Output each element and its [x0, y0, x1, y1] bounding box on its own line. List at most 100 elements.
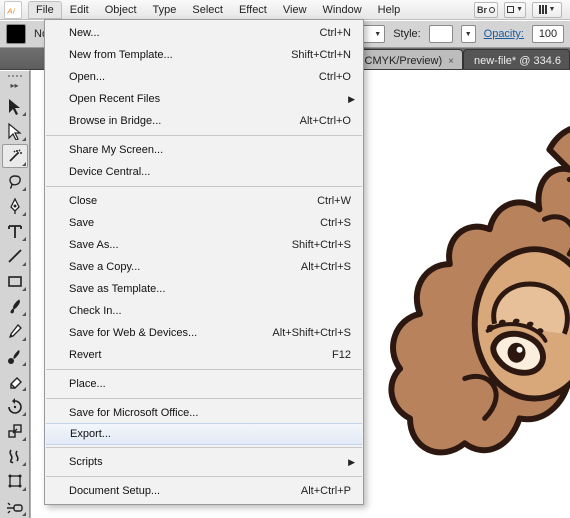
- menu-item[interactable]: Save for Web & Devices...Alt+Shift+Ctrl+…: [45, 322, 363, 344]
- line-tool[interactable]: [2, 244, 28, 268]
- document-tab-2[interactable]: new-file* @ 334.6: [463, 49, 570, 69]
- menu-item[interactable]: Share My Screen...: [45, 139, 363, 161]
- tool-flyout-icon: [22, 112, 26, 116]
- menu-item-label: Save for Web & Devices...: [69, 327, 272, 339]
- menu-item-shortcut: Alt+Shift+Ctrl+S: [272, 327, 351, 339]
- type-tool[interactable]: [2, 219, 28, 243]
- tool-flyout-icon: [22, 212, 26, 216]
- menu-item-shortcut: Shift+Ctrl+S: [292, 239, 351, 251]
- tool-flyout-icon: [22, 187, 26, 191]
- menu-type[interactable]: Type: [145, 1, 185, 19]
- tool-flyout-icon: [22, 237, 26, 241]
- menu-item-label: Save as Template...: [69, 283, 351, 295]
- blob-brush-tool[interactable]: [2, 344, 28, 368]
- tool-flyout-icon: [22, 262, 26, 266]
- menu-object[interactable]: Object: [97, 1, 145, 19]
- opacity-label[interactable]: Opacity:: [484, 28, 524, 40]
- menu-item[interactable]: Save as Template...: [45, 278, 363, 300]
- svg-text:A: A: [6, 6, 12, 15]
- menu-item[interactable]: SaveCtrl+S: [45, 212, 363, 234]
- tool-flyout-icon: [22, 287, 26, 291]
- menu-item-label: Export...: [70, 428, 350, 440]
- menu-item[interactable]: Save As...Shift+Ctrl+S: [45, 234, 363, 256]
- menu-item[interactable]: Save for Microsoft Office...: [45, 402, 363, 424]
- style-swatch[interactable]: [429, 25, 453, 43]
- menu-help[interactable]: Help: [370, 1, 409, 19]
- menu-item-label: Open Recent Files: [69, 93, 351, 105]
- menu-item-label: Close: [69, 195, 317, 207]
- tool-flyout-icon: [22, 462, 26, 466]
- pen-tool[interactable]: [2, 194, 28, 218]
- menu-item[interactable]: RevertF12: [45, 344, 363, 366]
- menu-item[interactable]: New...Ctrl+N: [45, 22, 363, 44]
- menu-separator: [46, 369, 362, 370]
- app-logo[interactable]: Ai: [4, 1, 22, 19]
- menu-item[interactable]: Browse in Bridge...Alt+Ctrl+O: [45, 110, 363, 132]
- style-dropdown[interactable]: ▼: [461, 25, 476, 43]
- menu-item-label: New...: [69, 27, 320, 39]
- menu-item[interactable]: Device Central...: [45, 161, 363, 183]
- menu-item[interactable]: Save a Copy...Alt+Ctrl+S: [45, 256, 363, 278]
- menubar: Ai FileEditObjectTypeSelectEffectViewWin…: [0, 0, 570, 20]
- style-label: Style:: [393, 28, 421, 40]
- workspace-switcher[interactable]: ▼: [532, 2, 562, 18]
- menu-item[interactable]: Check In...: [45, 300, 363, 322]
- close-icon[interactable]: ×: [448, 56, 454, 67]
- rotate-tool[interactable]: [2, 394, 28, 418]
- menu-item-label: Check In...: [69, 305, 351, 317]
- pencil-tool[interactable]: [2, 319, 28, 343]
- menu-item[interactable]: Scripts▶: [45, 451, 363, 473]
- selection-tool[interactable]: [2, 94, 28, 118]
- menu-item[interactable]: Open...Ctrl+O: [45, 66, 363, 88]
- direct-selection-tool[interactable]: [2, 119, 28, 143]
- menu-effect[interactable]: Effect: [231, 1, 275, 19]
- tool-flyout-icon: [22, 337, 26, 341]
- workspace-br-button[interactable]: Br: [474, 2, 498, 18]
- menu-item-label: Revert: [69, 349, 332, 361]
- menu-item[interactable]: CloseCtrl+W: [45, 190, 363, 212]
- menu-edit[interactable]: Edit: [62, 1, 97, 19]
- tool-flyout-icon: [22, 437, 26, 441]
- document-tab-1[interactable]: CMYK/Preview) ×: [354, 49, 463, 69]
- menu-file[interactable]: File: [28, 1, 62, 19]
- menu-item-shortcut: Alt+Ctrl+O: [300, 115, 351, 127]
- toolbox-collapse[interactable]: ▸▸: [4, 81, 26, 90]
- tool-flyout-icon: [22, 387, 26, 391]
- menu-select[interactable]: Select: [184, 1, 231, 19]
- menu-item[interactable]: Document Setup...Alt+Ctrl+P: [45, 480, 363, 502]
- menu-item-label: Save As...: [69, 239, 292, 251]
- tool-flyout-icon: [22, 362, 26, 366]
- file-menu: New...Ctrl+NNew from Template...Shift+Ct…: [44, 19, 364, 505]
- paintbrush-tool[interactable]: [2, 294, 28, 318]
- menu-item-label: Save a Copy...: [69, 261, 301, 273]
- menu-window[interactable]: Window: [315, 1, 370, 19]
- panel-grip[interactable]: [2, 75, 28, 77]
- opacity-value[interactable]: 100: [532, 25, 564, 43]
- tool-flyout-icon: [22, 137, 26, 141]
- menu-separator: [46, 186, 362, 187]
- scale-tool[interactable]: [2, 419, 28, 443]
- eraser-tool[interactable]: [2, 369, 28, 393]
- fill-swatch[interactable]: [6, 24, 26, 44]
- arrange-docs-button[interactable]: ▼: [504, 2, 526, 18]
- menu-item-label: Device Central...: [69, 166, 351, 178]
- menu-item-shortcut: Alt+Ctrl+S: [301, 261, 351, 273]
- menu-item-shortcut: Ctrl+O: [319, 71, 351, 83]
- tool-flyout-icon: [22, 162, 26, 166]
- menu-item[interactable]: Open Recent Files▶: [45, 88, 363, 110]
- warp-tool[interactable]: [2, 444, 28, 468]
- menu-item[interactable]: Export...: [46, 423, 362, 445]
- menu-item-shortcut: Ctrl+N: [320, 27, 351, 39]
- menu-item-label: Scripts: [69, 456, 351, 468]
- tool-flyout-icon: [22, 412, 26, 416]
- symbol-sprayer-tool[interactable]: [2, 494, 28, 518]
- menu-separator: [46, 476, 362, 477]
- magic-wand-tool[interactable]: [2, 144, 28, 168]
- menu-item[interactable]: New from Template...Shift+Ctrl+N: [45, 44, 363, 66]
- menu-item[interactable]: Place...: [45, 373, 363, 395]
- free-transform-tool[interactable]: [2, 469, 28, 493]
- rectangle-tool[interactable]: [2, 269, 28, 293]
- lasso-tool[interactable]: [2, 169, 28, 193]
- toolbox: ▸▸: [0, 70, 30, 518]
- menu-view[interactable]: View: [275, 1, 315, 19]
